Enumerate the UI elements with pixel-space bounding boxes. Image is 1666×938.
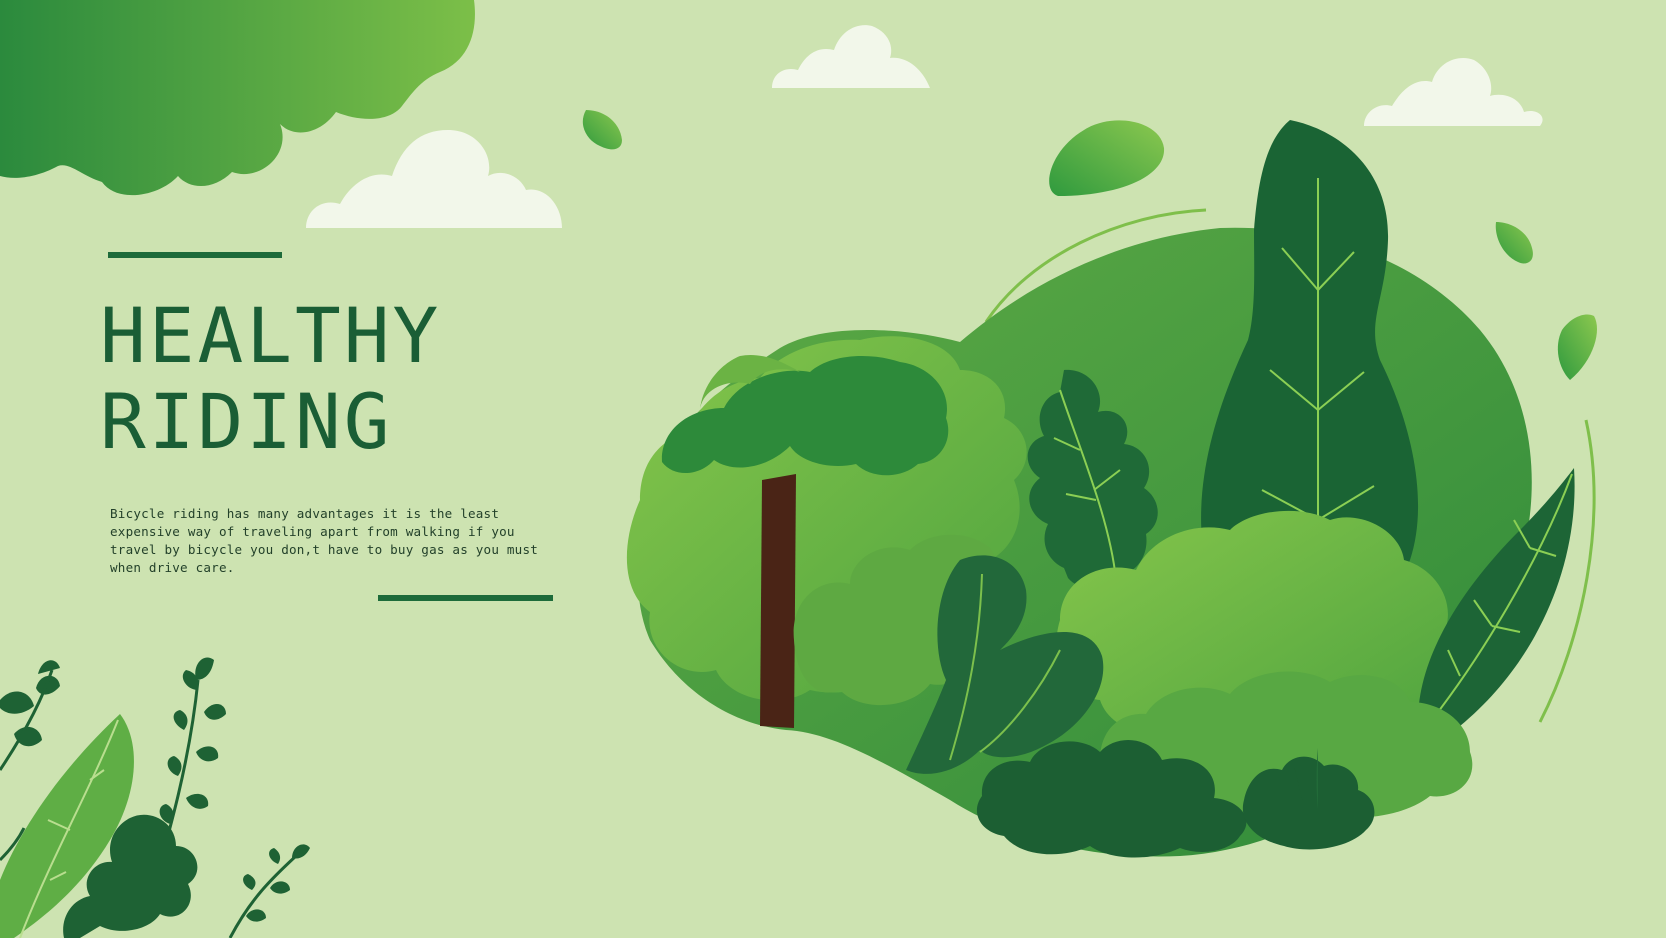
hero-title-line-2: RIDING xyxy=(100,377,393,466)
fern-icon xyxy=(0,657,310,938)
accent-rule-top xyxy=(108,252,282,258)
accent-rule-bottom xyxy=(378,595,553,601)
tree-trunk xyxy=(760,474,796,728)
forest-blob xyxy=(626,120,1575,858)
hero-title-line-1: HEALTHY xyxy=(100,291,442,380)
hero-description: Bicycle riding has many advantages it is… xyxy=(110,506,539,575)
forest-illustration xyxy=(0,0,1597,938)
